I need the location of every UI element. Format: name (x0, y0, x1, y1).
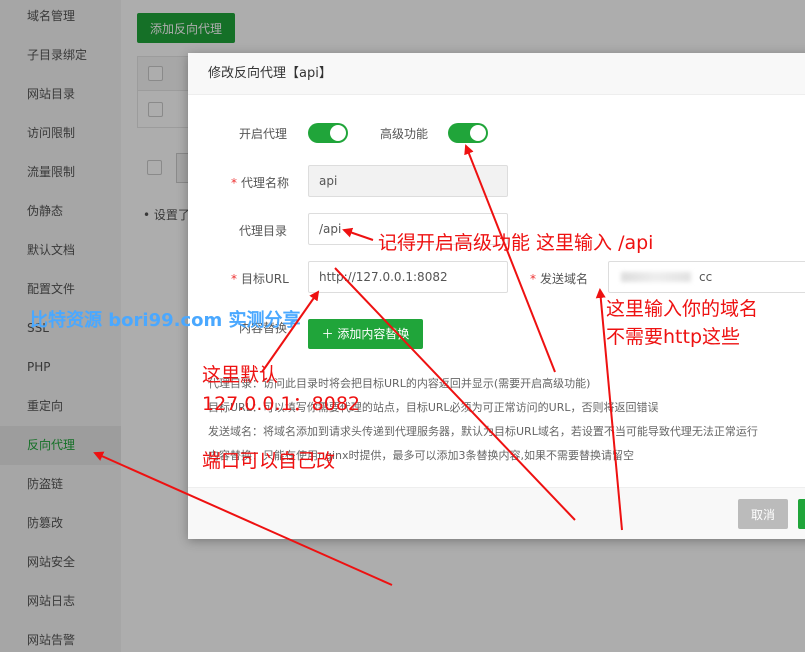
arrow-proxy-dir (342, 227, 374, 241)
arrow-advanced (464, 144, 556, 373)
arrow-target-url (261, 290, 320, 373)
arrow-reverse-proxy (93, 451, 393, 586)
annotation-arrows (93, 144, 623, 586)
arrow-line-long (334, 267, 576, 521)
arrow-domain (595, 288, 623, 531)
